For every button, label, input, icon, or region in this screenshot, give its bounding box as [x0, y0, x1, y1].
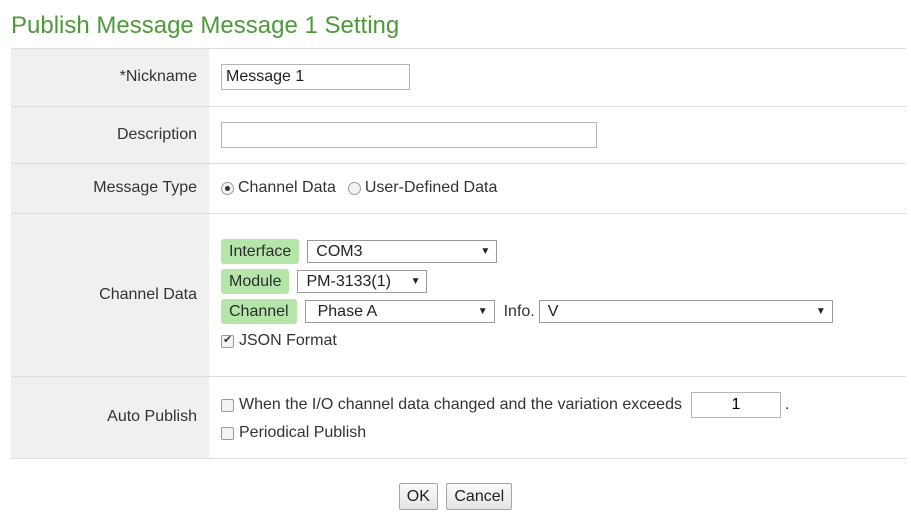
nickname-input[interactable] — [221, 64, 410, 91]
chevron-down-icon: ▼ — [480, 246, 491, 257]
chevron-down-icon: ▼ — [477, 306, 488, 317]
nickname-row: *Nickname — [11, 49, 906, 106]
interface-select-value: COM3 — [316, 242, 363, 260]
description-input[interactable] — [221, 121, 597, 148]
variation-input[interactable] — [690, 392, 781, 418]
message-type-radio-group: Channel Data User-Defined Data — [221, 179, 906, 197]
radio-user-defined-data[interactable] — [347, 181, 361, 195]
auto-publish-label: Auto Publish — [11, 376, 209, 458]
button-bar: OK Cancel — [0, 483, 911, 510]
radio-channel-data[interactable] — [221, 181, 234, 195]
nickname-label: *Nickname — [11, 49, 209, 106]
auto-publish-row: Auto Publish When the I/O channel data c… — [11, 376, 906, 458]
interface-tag: Interface — [221, 239, 300, 264]
variation-checkbox[interactable] — [221, 398, 234, 412]
cancel-button[interactable]: Cancel — [446, 483, 513, 510]
info-select-value: V — [547, 302, 559, 320]
channel-select-value: Phase A — [317, 302, 378, 320]
variation-label[interactable]: When the I/O channel data changed and th… — [239, 396, 682, 414]
variation-suffix: . — [784, 396, 790, 413]
module-tag: Module — [221, 269, 290, 294]
periodical-publish-checkbox[interactable] — [221, 426, 234, 440]
message-type-label: Message Type — [11, 163, 209, 213]
radio-user-defined-data-label[interactable]: User-Defined Data — [365, 179, 498, 197]
channel-select[interactable]: Phase A ▼ — [304, 300, 495, 323]
chevron-down-icon: ▼ — [815, 306, 826, 317]
periodical-publish-label[interactable]: Periodical Publish — [239, 424, 366, 442]
json-format-label[interactable]: JSON Format — [239, 332, 337, 350]
chevron-down-icon: ▼ — [410, 276, 421, 287]
description-label: Description — [11, 106, 209, 163]
message-type-row: Message Type Channel Data User-Defined D… — [11, 163, 906, 213]
description-row: Description — [11, 106, 906, 163]
module-select-value: PM-3133(1) — [306, 272, 391, 290]
settings-form: *Nickname Description Message Type Chann… — [11, 49, 906, 459]
ok-button[interactable]: OK — [398, 483, 438, 510]
channel-data-label: Channel Data — [11, 213, 209, 376]
settings-page: Publish Message Message 1 Setting *Nickn… — [0, 0, 911, 515]
channel-data-row: Channel Data Interface COM3 ▼ Module PM-… — [11, 213, 906, 376]
channel-tag: Channel — [221, 299, 297, 324]
module-select[interactable]: PM-3133(1) ▼ — [297, 270, 428, 293]
radio-channel-data-label[interactable]: Channel Data — [238, 179, 336, 197]
info-label: Info. — [503, 302, 535, 320]
interface-select[interactable]: COM3 ▼ — [307, 240, 498, 263]
page-title: Publish Message Message 1 Setting — [11, 12, 400, 39]
json-format-checkbox[interactable] — [221, 333, 234, 348]
info-select[interactable]: V ▼ — [538, 300, 833, 323]
